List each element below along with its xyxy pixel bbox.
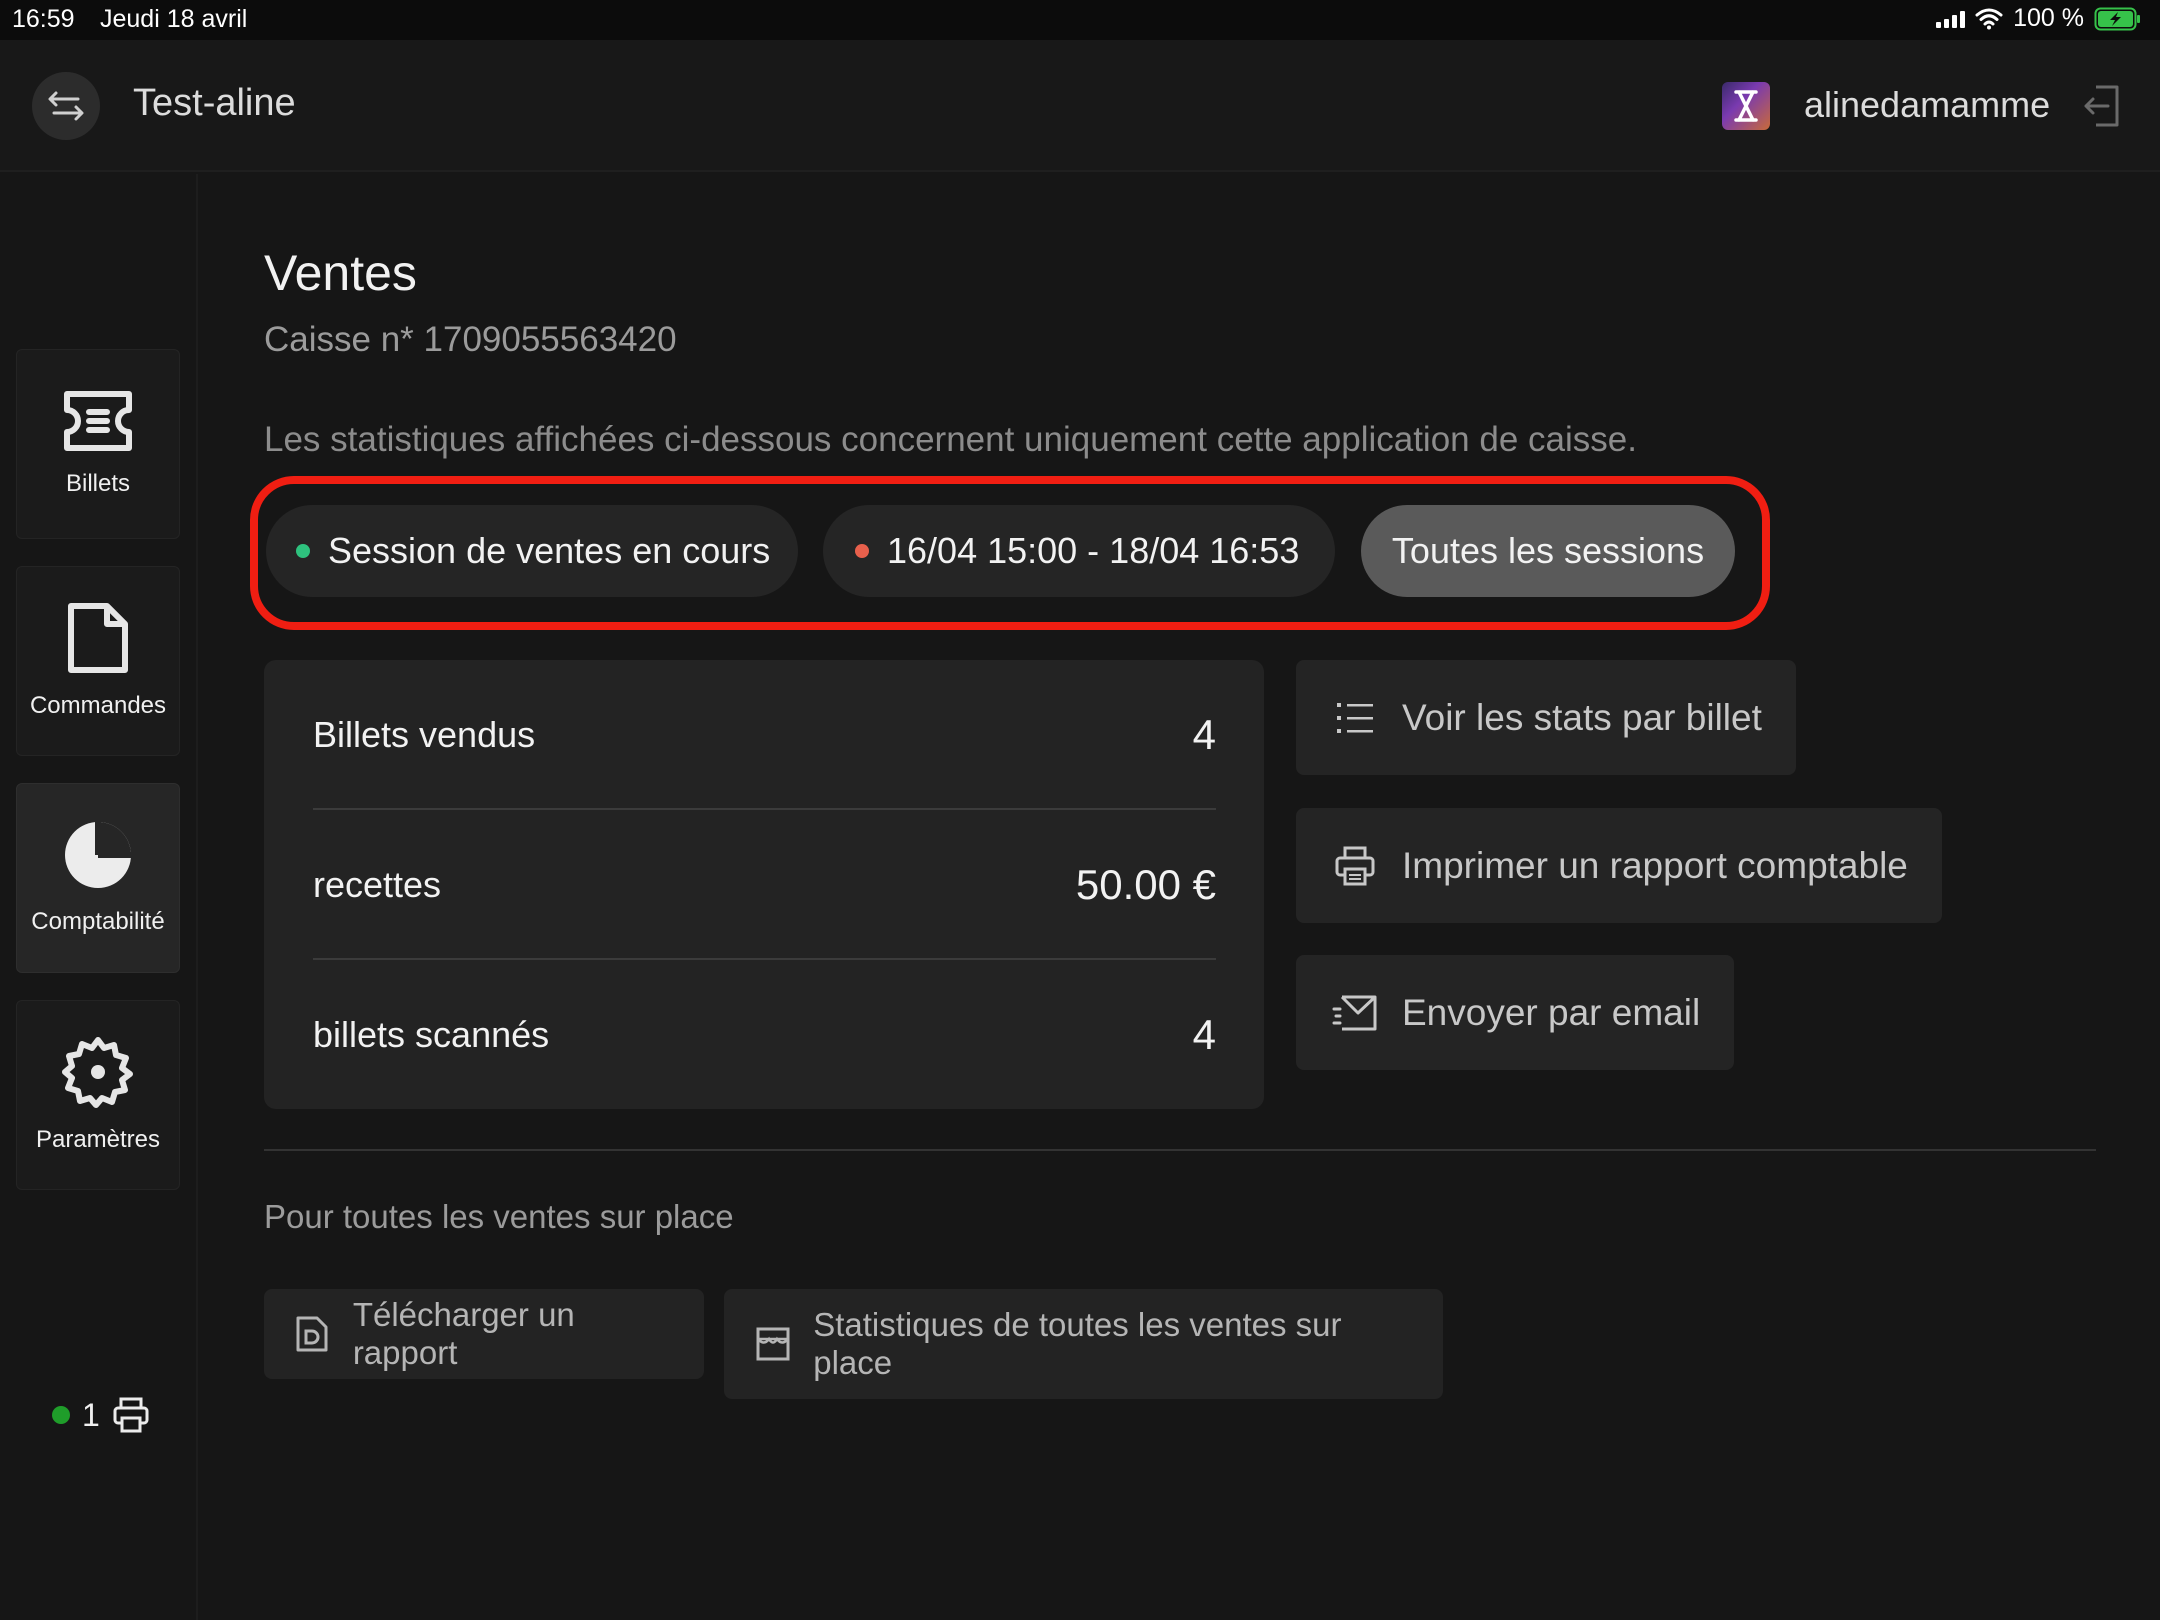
document-icon: [68, 603, 128, 673]
storefront-icon: [754, 1325, 791, 1363]
stat-value: 4: [1192, 1011, 1216, 1058]
wifi-icon: [1975, 8, 2003, 29]
sidebar-item-comptabilite[interactable]: Comptabilité: [16, 783, 180, 973]
sidebar-item-parametres[interactable]: Paramètres: [16, 1000, 180, 1190]
stat-value: 4: [1192, 711, 1216, 758]
gear-icon: [62, 1037, 133, 1108]
button-label: Télécharger un rapport: [352, 1296, 575, 1371]
logout-icon[interactable]: [2082, 84, 2122, 128]
stat-label: recettes: [313, 864, 442, 905]
sidebar-item-label: Comptabilité: [31, 908, 165, 935]
hourglass-logo-icon: [1734, 90, 1758, 122]
battery-percentage: 100 %: [2013, 4, 2084, 32]
filter-label: Session de ventes en cours: [328, 530, 771, 571]
button-label: Imprimer un rapport comptable: [1402, 844, 1908, 886]
mail-icon: [1332, 990, 1378, 1036]
printer-count: 1: [82, 1396, 100, 1433]
stat-label: billets scannés: [313, 1014, 550, 1055]
filter-date-range[interactable]: 16/04 15:00 - 18/04 16:53: [823, 505, 1335, 597]
switch-app-button[interactable]: [32, 72, 100, 140]
sidebar-item-label: Paramètres: [35, 1126, 161, 1153]
status-date: Jeudi 18 avril: [100, 5, 248, 33]
view-stats-by-ticket-button[interactable]: Voir les stats par billet: [1296, 660, 1796, 775]
printer-status[interactable]: 1: [52, 1396, 150, 1434]
printer-icon: [113, 1397, 149, 1433]
stat-label: Billets vendus: [313, 714, 536, 755]
status-dot: [855, 544, 869, 558]
stats-description: Les statistiques affichées ci-dessous co…: [264, 420, 1637, 459]
all-onsite-stats-button[interactable]: Statistiques de toutes les ventes sur pl…: [724, 1289, 1443, 1399]
sidebar-item-billets[interactable]: Billets: [16, 349, 180, 539]
stats-card: Billets vendus 4 recettes 50.00 € billet…: [264, 660, 1264, 1109]
status-time: 16:59: [12, 5, 75, 33]
swap-arrows-icon: [48, 91, 84, 121]
top-header: Test-aline alinedamamme: [0, 40, 2160, 172]
print-accounting-report-button[interactable]: Imprimer un rapport comptable: [1296, 808, 1942, 923]
stat-row-revenue: recettes 50.00 €: [313, 810, 1216, 960]
send-by-email-button[interactable]: Envoyer par email: [1296, 955, 1735, 1070]
ticket-icon: [64, 391, 132, 451]
sidebar-item-label: Commandes: [29, 692, 167, 719]
button-label: Statistiques de toutes les ventes sur pl…: [813, 1306, 1342, 1381]
stat-row-tickets-sold: Billets vendus 4: [313, 660, 1216, 810]
button-label: Voir les stats par billet: [1402, 696, 1762, 738]
stat-value: 50.00 €: [1075, 861, 1216, 908]
pie-chart-icon: [65, 822, 131, 888]
status-bar: 16:59 Jeudi 18 avril 100 %: [0, 0, 2160, 40]
section-divider: [264, 1149, 2096, 1151]
onsite-sales-section-label: Pour toutes les ventes sur place: [264, 1198, 734, 1235]
filter-label: Toutes les sessions: [1391, 530, 1705, 571]
battery-charging-icon: [2094, 7, 2140, 30]
page-title: Ventes: [264, 245, 417, 301]
printer-connected-indicator: [52, 1406, 70, 1424]
status-dot: [296, 544, 310, 558]
filter-current-session[interactable]: Session de ventes en cours: [266, 505, 798, 597]
app-title: Test-aline: [133, 82, 296, 124]
sidebar-item-label: Billets: [65, 470, 131, 497]
sidebar-item-commandes[interactable]: Commandes: [16, 566, 180, 756]
download-report-button[interactable]: Télécharger un rapport: [264, 1289, 704, 1379]
cellular-signal-icon: [1936, 10, 1966, 28]
username: alinedamamme: [1804, 84, 2051, 125]
printer-icon: [1332, 843, 1378, 889]
button-label: Envoyer par email: [1402, 991, 1701, 1033]
user-avatar[interactable]: [1722, 82, 1770, 130]
stat-row-tickets-scanned: billets scannés 4: [313, 960, 1216, 1110]
register-number: Caisse n* 1709055563420: [264, 320, 677, 359]
list-icon: [1332, 695, 1378, 741]
file-download-icon: [294, 1315, 331, 1353]
status-indicators: 100 %: [1936, 4, 2142, 33]
filter-all-sessions[interactable]: Toutes les sessions: [1361, 505, 1735, 597]
sidebar: Billets Commandes Comptabilité Paramètre…: [0, 174, 198, 1620]
filter-label: 16/04 15:00 - 18/04 16:53: [887, 530, 1300, 571]
